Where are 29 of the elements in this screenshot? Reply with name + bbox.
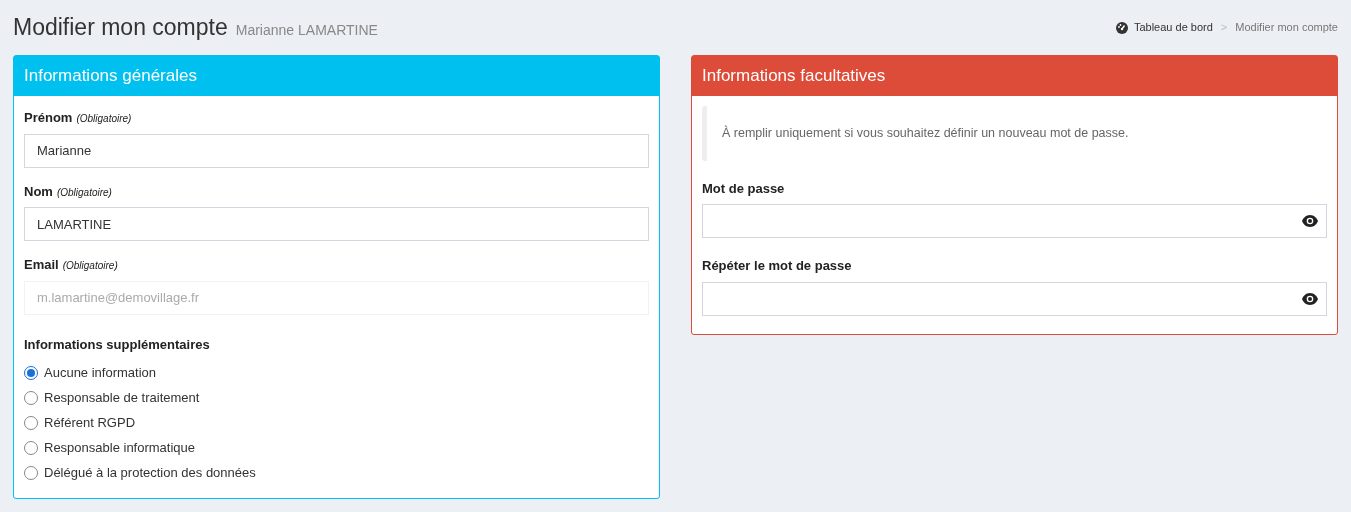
- eye-icon[interactable]: [1302, 292, 1318, 305]
- field-hint: (Obligatoire): [76, 112, 132, 126]
- eye-icon[interactable]: [1302, 215, 1318, 228]
- breadcrumb-current: Modifier mon compte: [1235, 20, 1338, 36]
- password-field[interactable]: [702, 281, 1327, 316]
- breadcrumb-separator: >: [1220, 20, 1228, 36]
- radio-option[interactable]: Délégué à la protection des données: [24, 460, 649, 485]
- input-field[interactable]: Marianne: [24, 133, 649, 168]
- breadcrumb-link[interactable]: Tableau de bord: [1115, 19, 1213, 36]
- radio-option[interactable]: Responsable informatique: [24, 435, 649, 460]
- info-callout: À remplir uniquement si vous souhaitez définir un nouveau mot de passe.: [702, 106, 1327, 161]
- card-header: Informations facultatives: [692, 56, 1337, 96]
- input-field[interactable]: LAMARTINE: [24, 207, 649, 241]
- password-field[interactable]: [702, 204, 1327, 239]
- page-subtitle: Marianne LAMARTINE: [235, 21, 378, 41]
- card-header: Informations générales: [14, 56, 659, 96]
- radio-option[interactable]: Responsable de traitement: [24, 385, 649, 410]
- field-label: Nom: [24, 182, 53, 201]
- dashboard-icon: [1115, 21, 1128, 34]
- page-title: Modifier mon compte: [13, 13, 228, 43]
- field-hint: (Obligatoire): [56, 185, 112, 200]
- radio-option[interactable]: Référent RGPD: [24, 410, 649, 435]
- field-label: Mot de passe: [702, 179, 786, 198]
- radio-option[interactable]: Aucune information: [24, 360, 649, 385]
- field-label: Répéter le mot de passe: [702, 257, 853, 276]
- field-label: Email: [24, 256, 59, 274]
- section-label: Informations supplémentaires: [24, 335, 211, 354]
- field-label: Prénom: [24, 109, 73, 127]
- field-hint: (Obligatoire): [62, 259, 118, 273]
